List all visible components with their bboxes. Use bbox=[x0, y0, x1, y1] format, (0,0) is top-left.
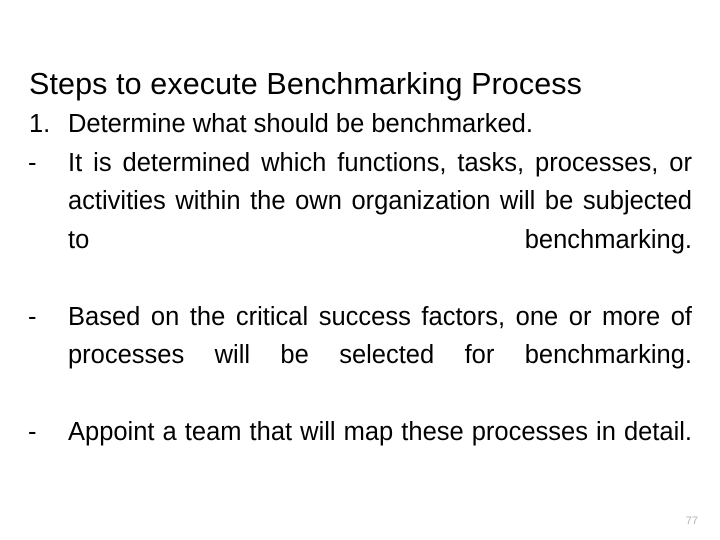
list-marker-dash: - bbox=[28, 302, 37, 331]
list-item-text: Determine what should be benchmarked. bbox=[68, 110, 533, 138]
list-item: - Based on the critical success factors,… bbox=[24, 298, 692, 414]
page-title: Steps to execute Benchmarking Process bbox=[29, 67, 582, 102]
page-number: 77 bbox=[685, 515, 698, 527]
content-body: 1. Determine what should be benchmarked.… bbox=[24, 105, 692, 490]
list-marker-dash: - bbox=[28, 148, 37, 177]
list-item: - It is determined which functions, task… bbox=[24, 144, 692, 298]
list-marker-dash: - bbox=[28, 418, 37, 446]
list-item-text: Based on the critical success factors, o… bbox=[68, 302, 692, 370]
list-item-text: It is determined which functions, tasks,… bbox=[68, 148, 692, 254]
slide-canvas: Steps to execute Benchmarking Process 1.… bbox=[0, 0, 720, 540]
list-item-text: Appoint a team that will map these proce… bbox=[68, 418, 692, 446]
list-item: - Appoint a team that will map these pro… bbox=[24, 413, 692, 490]
list-marker-number: 1. bbox=[29, 110, 51, 138]
list-item: 1. Determine what should be benchmarked. bbox=[24, 105, 692, 144]
